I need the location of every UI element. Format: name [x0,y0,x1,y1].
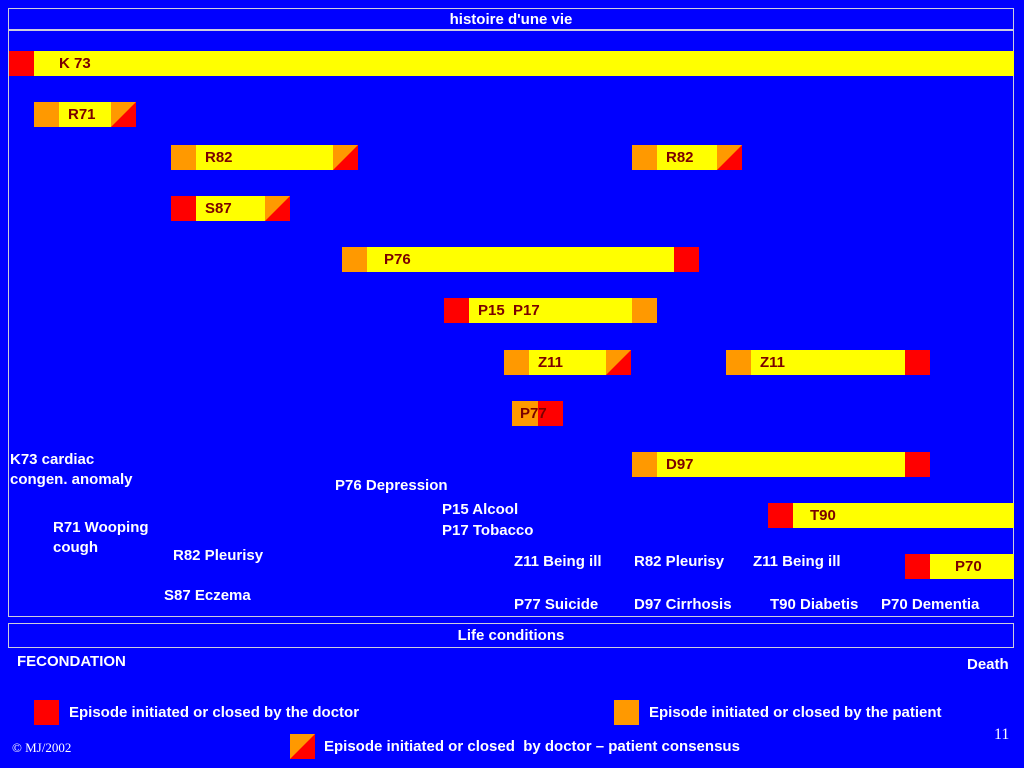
life-conditions-bar: Life conditions [8,623,1014,648]
desc-z11-second: Z11 Being ill [753,553,841,570]
patient-marker [632,298,657,323]
desc-r82: R82 Pleurisy [173,547,264,564]
episode-label-z11: Z11 [760,354,786,371]
episode-bar-k73: K 73 [9,51,1014,76]
desc-r71-line1: R71 Wooping [53,519,149,536]
episode-span [367,247,674,272]
desc-t90: T90 Diabetis [770,596,859,613]
desc-k73-line1: K73 cardiac [10,451,95,468]
episode-span [657,452,905,477]
episode-label-r71: R71 [68,106,96,123]
desc-p15: P15 Alcool [442,501,519,518]
legend-consensus-swatch [290,734,315,759]
episode-label-p77: P77 [520,405,547,422]
page-number: 11 [994,726,1010,743]
doctor-marker [9,51,34,76]
episode-label-s87: S87 [205,200,232,217]
episode-bar-z11-first: Z11 [504,350,631,375]
desc-r82-second: R82 Pleurisy [634,553,725,570]
doctor-marker [768,503,793,528]
patient-marker [171,145,196,170]
patient-marker [632,452,657,477]
consensus-marker [265,196,290,221]
episode-label-p76: P76 [384,251,411,268]
desc-p70: P70 Dementia [881,596,980,613]
episode-label-k73: K 73 [59,55,91,72]
episode-label-p15-p17: P15 P17 [478,302,540,319]
episode-label-r82: R82 [205,149,233,166]
episode-bar-r71: R71 [34,102,136,127]
patient-marker [34,102,59,127]
desc-k73-line2: congen. anomaly [10,471,133,488]
consensus-marker [333,145,358,170]
patient-marker [632,145,657,170]
episode-bar-p76: P76 [342,247,699,272]
desc-p76: P76 Depression [335,477,448,494]
episode-label-z11: Z11 [538,354,564,371]
episode-label-p70: P70 [955,558,982,575]
episode-bar-r82-first: R82 [171,145,358,170]
doctor-marker [905,452,930,477]
doctor-marker [905,554,930,579]
doctor-marker [444,298,469,323]
doctor-marker [905,350,930,375]
copyright: © MJ/2002 [12,740,72,755]
patient-marker [342,247,367,272]
consensus-marker [111,102,136,127]
desc-z11-first: Z11 Being ill [514,553,602,570]
patient-marker [726,350,751,375]
episode-bar-z11-second: Z11 [726,350,930,375]
episode-bar-p70: P70 [905,554,1014,579]
patient-marker [504,350,529,375]
desc-p77: P77 Suicide [514,596,599,613]
episode-bar-s87: S87 [171,196,290,221]
episode-bar-p15-p17: P15 P17 [444,298,657,323]
doctor-marker [171,196,196,221]
desc-d97: D97 Cirrhosis [634,596,732,613]
episode-bar-d97: D97 [632,452,930,477]
legend-doctor-label: Episode initiated or closed by the docto… [69,704,360,721]
consensus-marker [606,350,631,375]
consensus-marker [717,145,742,170]
desc-r71-line2: cough [53,539,98,556]
episode-label-d97: D97 [666,456,694,473]
page-title: histoire d'une vie [8,8,1014,30]
death-label: Death [967,656,1009,673]
fecondation-label: FECONDATION [17,653,126,670]
episode-bar-p77: P77 [512,401,563,426]
episode-label-r82: R82 [666,149,694,166]
legend-patient-label: Episode initiated or closed by the patie… [649,704,942,721]
legend-consensus-label: Episode initiated or closed by doctor – … [324,738,740,755]
episode-bar-t90: T90 [768,503,1014,528]
episode-label-t90: T90 [810,507,836,524]
legend-patient-swatch [614,700,639,725]
desc-p17: P17 Tobacco [442,522,534,539]
desc-s87: S87 Eczema [164,587,251,604]
episode-span [34,51,1014,76]
legend-doctor-swatch [34,700,59,725]
episode-bar-r82-second: R82 [632,145,742,170]
doctor-marker [674,247,699,272]
